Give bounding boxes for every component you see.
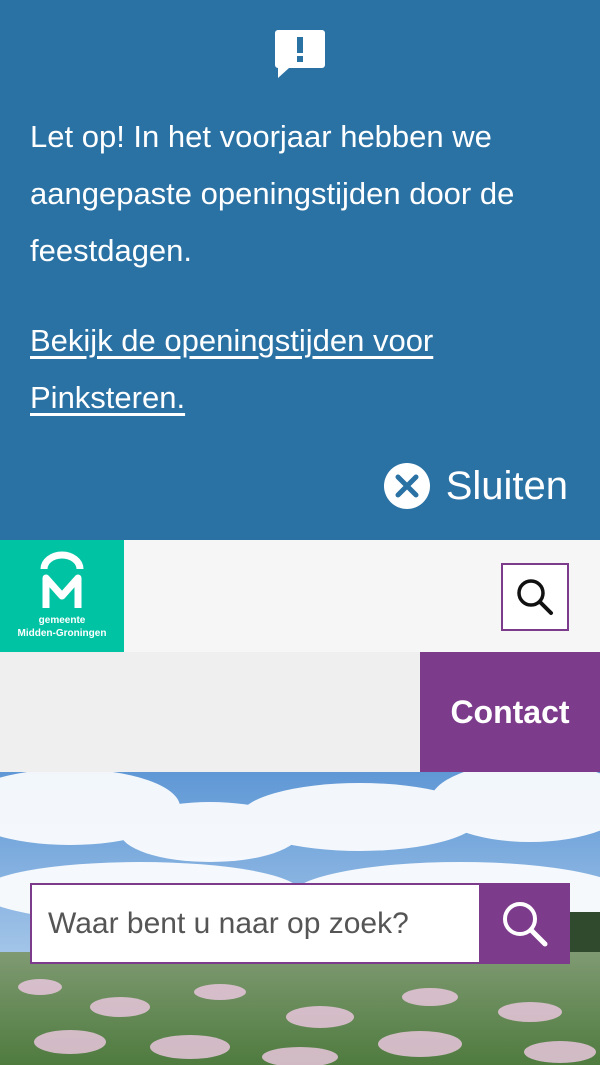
search-toggle-button[interactable] <box>501 563 569 631</box>
site-header: gemeente Midden-Groningen <box>0 540 600 652</box>
logo-line1: gemeente <box>39 615 86 626</box>
search-submit-button[interactable] <box>479 883 570 964</box>
logo-mark: gemeente Midden-Groningen <box>18 551 107 639</box>
notice-banner: Let op! In het voorjaar hebben we aangep… <box>0 0 600 540</box>
close-circle-icon <box>383 463 430 509</box>
logo-line2: Midden-Groningen <box>18 628 107 639</box>
close-notice-button[interactable]: Sluiten <box>383 458 568 514</box>
search-icon <box>502 901 547 946</box>
search-form <box>30 883 570 964</box>
search-icon <box>517 579 553 615</box>
nav-bar: Contact <box>0 652 600 772</box>
search-input[interactable] <box>30 883 479 964</box>
opening-hours-link[interactable]: Bekijk de openingstijden voor Pinksteren… <box>30 312 575 426</box>
notice-message: Let op! In het voorjaar hebben we aangep… <box>30 119 515 268</box>
close-label: Sluiten <box>445 463 568 508</box>
logo[interactable]: gemeente Midden-Groningen <box>0 540 124 652</box>
contact-button[interactable]: Contact <box>420 652 600 772</box>
speech-bubble-exclamation-icon <box>275 30 325 78</box>
